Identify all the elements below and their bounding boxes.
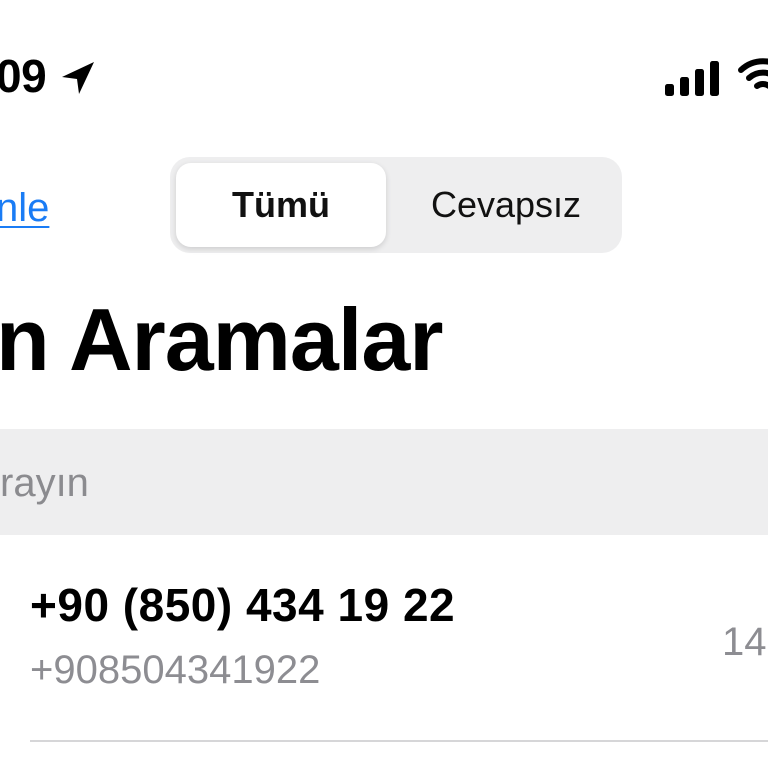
status-time: 09 bbox=[0, 50, 47, 102]
call-time: 14 bbox=[722, 620, 767, 664]
search-input[interactable]: rayın bbox=[0, 429, 768, 535]
row-divider bbox=[30, 740, 768, 742]
wifi-icon bbox=[738, 58, 768, 89]
segment-all[interactable]: Tümü bbox=[176, 163, 386, 247]
recent-calls-screen: 09 nle Tümü Cevapsız n Aramalar rayın +9… bbox=[0, 0, 768, 768]
call-list-item[interactable]: +90 (850) 434 19 22 +908504341922 14 bbox=[0, 535, 768, 741]
segment-missed[interactable]: Cevapsız bbox=[396, 163, 616, 247]
caller-detail: +908504341922 bbox=[30, 648, 321, 692]
location-arrow-icon bbox=[62, 62, 94, 94]
page-title: n Aramalar bbox=[0, 290, 443, 389]
caller-number: +90 (850) 434 19 22 bbox=[30, 579, 456, 631]
search-placeholder: rayın bbox=[0, 461, 89, 505]
calls-filter-segmented-control: Tümü Cevapsız bbox=[170, 157, 622, 253]
cellular-signal-icon bbox=[665, 61, 719, 96]
edit-button[interactable]: nle bbox=[0, 186, 49, 230]
